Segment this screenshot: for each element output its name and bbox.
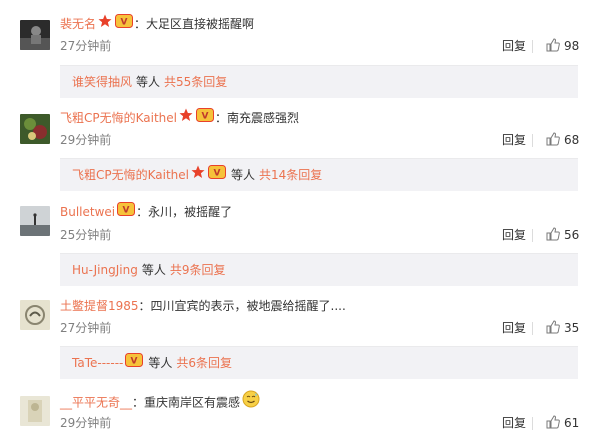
sub-reply-count[interactable]: 共6条回复: [176, 356, 232, 370]
comment-text: ：永川，被摇醒了: [136, 205, 233, 219]
avatar[interactable]: [20, 300, 50, 330]
comment-time: 25分钟前: [60, 228, 112, 242]
svg-text:V: V: [123, 205, 130, 215]
comment-item: Bulletwei V ：永川，被摇醒了 25分钟前 回复 56 Hu-JingJi…: [0, 192, 599, 286]
reply-button[interactable]: 回复: [502, 38, 526, 54]
comment-item: 飞粗CP无悔的Kaithel V ：南充震感强烈 29分钟前 回复 68 飞粗CP无…: [0, 97, 599, 192]
sub-reply-count[interactable]: 共9条回复: [170, 263, 226, 277]
comment-text: ：四川宜宾的表示，被地震给摇醒了....: [138, 299, 346, 313]
sub-reply-user[interactable]: Hu-JingJing: [72, 263, 138, 277]
vip-badge-icon[interactable]: V: [115, 13, 134, 34]
sweat-smile-emoji: [242, 390, 260, 414]
svg-text:V: V: [131, 356, 138, 366]
sub-reply-user[interactable]: 谁笑得抽风: [72, 75, 132, 89]
comment-time: 29分钟前: [60, 133, 112, 147]
avatar[interactable]: [20, 206, 50, 236]
vip-badge-icon[interactable]: V: [125, 347, 144, 379]
comment-item: __平平无奇__：重庆南岸区有震感 29分钟前 回复 61: [0, 376, 599, 446]
divider: [532, 322, 533, 335]
sub-reply-count[interactable]: 共55条回复: [164, 75, 227, 89]
thumbs-up-icon: [546, 415, 560, 429]
sub-reply-bar[interactable]: TaTe------ V 等人 共6条回复: [60, 346, 578, 379]
comment-item: 裴无名 V ：大足区直接被摇醒啊 27分钟前 回复 98 谁笑得抽风 等人 共55条回复: [0, 0, 599, 98]
sub-reply-bar[interactable]: Hu-JingJing 等人 共9条回复: [60, 253, 578, 286]
star-badge-icon[interactable]: [191, 159, 205, 191]
star-badge-icon[interactable]: [98, 14, 112, 34]
sub-reply-user[interactable]: TaTe------: [72, 356, 123, 370]
like-count: 61: [564, 416, 580, 430]
svg-text:V: V: [214, 168, 221, 178]
comment-text: ：重庆南岸区有震感: [132, 395, 241, 410]
thumbs-up-icon: [546, 38, 560, 52]
thumbs-up-icon: [546, 320, 560, 334]
vip-badge-icon[interactable]: V: [208, 159, 226, 191]
like-count: 35: [564, 321, 580, 335]
sub-reply-etc: 等人: [141, 263, 166, 277]
divider: [532, 40, 533, 53]
like-button[interactable]: 68: [546, 132, 579, 148]
like-button[interactable]: 98: [546, 38, 579, 54]
star-badge-icon[interactable]: [179, 108, 193, 128]
sub-reply-bar[interactable]: 谁笑得抽风 等人 共55条回复: [60, 65, 578, 98]
comment-time: 29分钟前: [60, 416, 112, 430]
avatar[interactable]: [20, 396, 50, 426]
reply-button[interactable]: 回复: [502, 227, 526, 243]
svg-text:V: V: [121, 17, 128, 27]
divider: [532, 229, 533, 242]
username-link[interactable]: Bulletwei: [60, 205, 115, 219]
comment-item: 土鳖提督1985：四川宜宾的表示，被地震给摇醒了.... 27分钟前 回复 35…: [0, 284, 599, 379]
avatar[interactable]: [20, 114, 50, 144]
comment-text: ：南充震感强烈: [215, 111, 300, 125]
like-count: 68: [564, 133, 580, 147]
comment-time: 27分钟前: [60, 39, 112, 53]
divider: [532, 134, 533, 147]
reply-button[interactable]: 回复: [502, 132, 526, 148]
vip-badge-icon[interactable]: V: [117, 201, 136, 222]
reply-button[interactable]: 回复: [502, 320, 526, 336]
like-count: 56: [564, 228, 580, 242]
sub-reply-user[interactable]: 飞粗CP无悔的Kaithel: [72, 168, 189, 182]
username-link[interactable]: 飞粗CP无悔的Kaithel: [60, 111, 177, 125]
comment-time: 27分钟前: [60, 321, 112, 335]
sub-reply-etc: 等人: [148, 356, 173, 370]
avatar[interactable]: [20, 20, 50, 50]
thumbs-up-icon: [546, 132, 560, 146]
reply-button[interactable]: 回复: [502, 415, 526, 431]
sub-reply-etc: 等人: [231, 168, 256, 182]
sub-reply-etc: 等人: [136, 75, 161, 89]
like-button[interactable]: 61: [546, 415, 579, 431]
vip-badge-icon[interactable]: V: [196, 107, 214, 128]
username-link[interactable]: 裴无名: [60, 17, 96, 31]
like-button[interactable]: 35: [546, 320, 579, 336]
like-count: 98: [564, 39, 580, 53]
sub-reply-count[interactable]: 共14条回复: [259, 168, 322, 182]
username-link[interactable]: __平平无奇__: [60, 396, 132, 410]
username-link[interactable]: 土鳖提督1985: [60, 299, 139, 313]
svg-text:V: V: [202, 111, 209, 121]
divider: [532, 417, 533, 430]
comment-text: ：大足区直接被摇醒啊: [134, 17, 255, 31]
thumbs-up-icon: [546, 227, 560, 241]
like-button[interactable]: 56: [546, 227, 579, 243]
sub-reply-bar[interactable]: 飞粗CP无悔的Kaithel V 等人 共14条回复: [60, 158, 578, 191]
